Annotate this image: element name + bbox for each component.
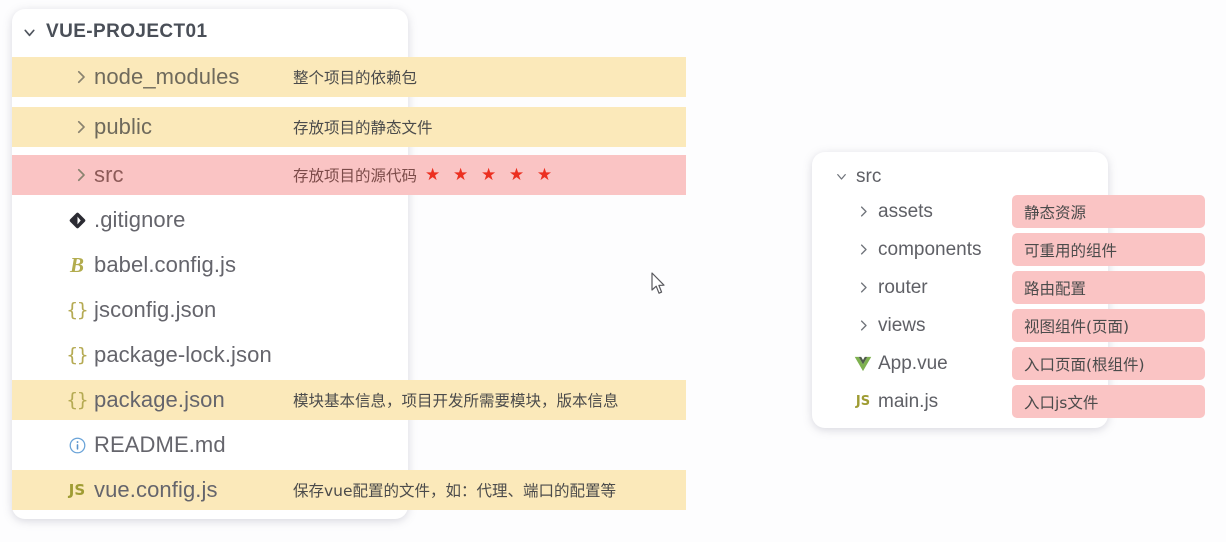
annotation-band: 入口js文件 [1012,385,1205,418]
row-annotation-text: 整个项目的依赖包 [293,69,418,87]
file-name-label: App.vue [878,352,948,374]
src-root-header[interactable]: src [826,160,881,193]
file-name-label: assets [878,200,933,222]
file-name-label: package.json [94,387,225,412]
row-annotation: 模块基本信息，项目开发所需要模块，版本信息 [293,389,619,411]
chevron-right-icon[interactable] [68,118,94,136]
src-root-label: src [856,165,882,187]
chevron-right-icon[interactable] [848,204,878,219]
row-annotation: 存放项目的静态文件 [293,116,433,138]
file-row[interactable]: router [826,271,928,304]
annotation-band: 可重用的组件 [1012,233,1205,266]
row-annotation: 存放项目的源代码 ★ ★ ★ ★ ★ [293,164,556,186]
annotation-band: 路由配置 [1012,271,1205,304]
annotation-text: 路由配置 [1024,279,1087,298]
json-braces-icon: {} [66,343,89,366]
file-row[interactable]: Bbabel.config.js [12,245,236,285]
file-row[interactable]: JS vue.config.js 保存vue配置的文件，如：代理、端口的配置等 [12,470,616,510]
file-name-label: views [878,314,926,336]
chevron-right-icon[interactable] [848,318,878,333]
js-icon: JS [68,480,86,499]
annotation-text: 入口页面(根组件) [1024,355,1145,374]
annotation-text: 入口js文件 [1024,393,1099,412]
chevron-right-icon[interactable] [848,242,878,257]
file-row[interactable]: {} package.json 模块基本信息，项目开发所需要模块，版本信息 [12,380,619,420]
json-braces-icon: {} [66,298,89,321]
file-name-label: README.md [94,432,226,457]
row-annotation-text: 存放项目的静态文件 [293,119,433,137]
file-row[interactable]: README.md [12,425,226,465]
file-name-label: public [94,114,153,139]
json-braces-icon: {} [66,388,89,411]
mouse-pointer-icon [650,272,668,301]
chevron-down-icon[interactable] [12,24,46,41]
file-name-label: vue.config.js [94,477,218,502]
babel-icon: B [69,252,84,277]
file-name-label: node_modules [94,64,240,89]
file-row[interactable]: {} jsconfig.json [12,290,217,330]
chevron-down-icon[interactable] [826,169,856,184]
chevron-right-icon[interactable] [848,280,878,295]
project-root-label: VUE-PROJECT01 [46,21,208,42]
row-annotation-text: 保存vue配置的文件，如：代理、端口的配置等 [293,482,617,500]
file-row[interactable]: components [826,233,982,266]
file-name-label: babel.config.js [94,252,237,277]
file-row[interactable]: views [826,309,926,342]
file-row[interactable]: App.vue [826,347,948,380]
file-row[interactable]: assets [826,195,933,228]
annotation-band: 静态资源 [1012,195,1205,228]
file-name-label: main.js [878,390,939,412]
file-name-label: src [94,162,124,187]
info-circle-icon [60,436,94,455]
git-icon [60,212,94,229]
file-name-label: .gitignore [94,207,186,232]
annotation-text: 视图组件(页面) [1024,317,1130,336]
file-row[interactable]: src 存放项目的源代码 ★ ★ ★ ★ ★ [12,155,552,195]
file-name-label: router [878,276,928,298]
annotation-text: 可重用的组件 [1024,241,1118,260]
chevron-right-icon[interactable] [68,166,94,184]
file-row[interactable]: public 存放项目的静态文件 [12,107,433,147]
file-row[interactable]: JS main.js [826,385,938,418]
annotation-band: 视图组件(页面) [1012,309,1205,342]
file-name-label: components [878,238,982,260]
project-root-header[interactable]: VUE-PROJECT01 [12,9,207,55]
row-annotation: 保存vue配置的文件，如：代理、端口的配置等 [293,479,616,501]
chevron-right-icon[interactable] [68,68,94,86]
row-annotation: 整个项目的依赖包 [293,66,417,88]
star-rating: ★ ★ ★ ★ ★ [425,165,557,184]
file-row[interactable]: .gitignore [12,200,186,240]
annotation-band: 入口页面(根组件) [1012,347,1205,380]
file-name-label: jsconfig.json [94,297,217,322]
vue-logo-icon [848,356,878,372]
row-annotation-text: 存放项目的源代码 [293,167,418,185]
js-icon: JS [855,394,871,409]
file-name-label: package-lock.json [94,342,272,367]
row-annotation-text: 模块基本信息，项目开发所需要模块，版本信息 [293,392,619,410]
annotation-text: 静态资源 [1024,203,1087,222]
file-row[interactable]: node_modules 整个项目的依赖包 [12,57,417,97]
file-row[interactable]: {} package-lock.json [12,335,272,375]
